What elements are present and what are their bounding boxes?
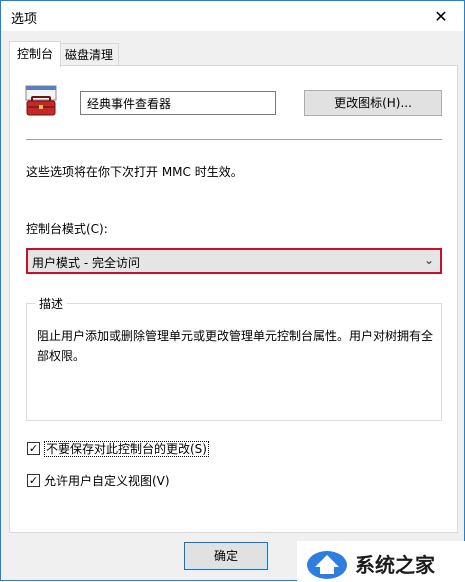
toolbox-icon [25, 85, 57, 116]
options-dialog: 选项 ✕ 控制台 磁盘清理 经典事件查看器 更改图标(H)... 这些选项将在你… [0, 0, 465, 582]
close-button[interactable]: ✕ [418, 1, 464, 31]
dont-save-label: 不要保存对此控制台的更改(S) [44, 441, 209, 457]
tab-disk-cleanup[interactable]: 磁盘清理 [59, 43, 119, 66]
console-mode-dropdown[interactable]: 用户模式 - 完全访问 ⌄ [26, 248, 442, 274]
separator [26, 139, 442, 140]
allow-customize-checkbox[interactable]: ✓ [27, 474, 40, 487]
console-name-field[interactable]: 经典事件查看器 [80, 91, 276, 115]
ok-button[interactable]: 确定 [184, 542, 268, 570]
allow-customize-label: 允许用户自定义视图(V) [44, 474, 170, 488]
change-icon-button[interactable]: 更改图标(H)... [304, 90, 442, 116]
watermark-logo: 系统之家 [297, 541, 465, 582]
description-text: 阻止用户添加或删除管理单元或更改管理单元控制台属性。用户对树拥有全部权限。 [37, 329, 434, 363]
title-bar: 选项 ✕ [1, 1, 464, 31]
house-logo-icon [307, 551, 347, 579]
description-group: 描述 阻止用户添加或删除管理单元或更改管理单元控制台属性。用户对树拥有全部权限。 [26, 295, 442, 421]
watermark-text: 系统之家 [355, 553, 435, 577]
restart-note: 这些选项将在你下次打开 MMC 时生效。 [26, 165, 243, 179]
chevron-down-icon: ⌄ [423, 253, 434, 267]
console-mode-label: 控制台模式(C): [26, 222, 108, 236]
dont-save-checkbox[interactable]: ✓ [27, 442, 40, 455]
console-tab-panel: 经典事件查看器 更改图标(H)... 这些选项将在你下次打开 MMC 时生效。 … [9, 65, 458, 533]
console-mode-value: 用户模式 - 完全访问 [32, 256, 140, 270]
close-icon: ✕ [434, 6, 448, 26]
tab-console[interactable]: 控制台 [9, 41, 61, 67]
description-title: 描述 [35, 295, 68, 312]
window-title: 选项 [11, 12, 38, 27]
